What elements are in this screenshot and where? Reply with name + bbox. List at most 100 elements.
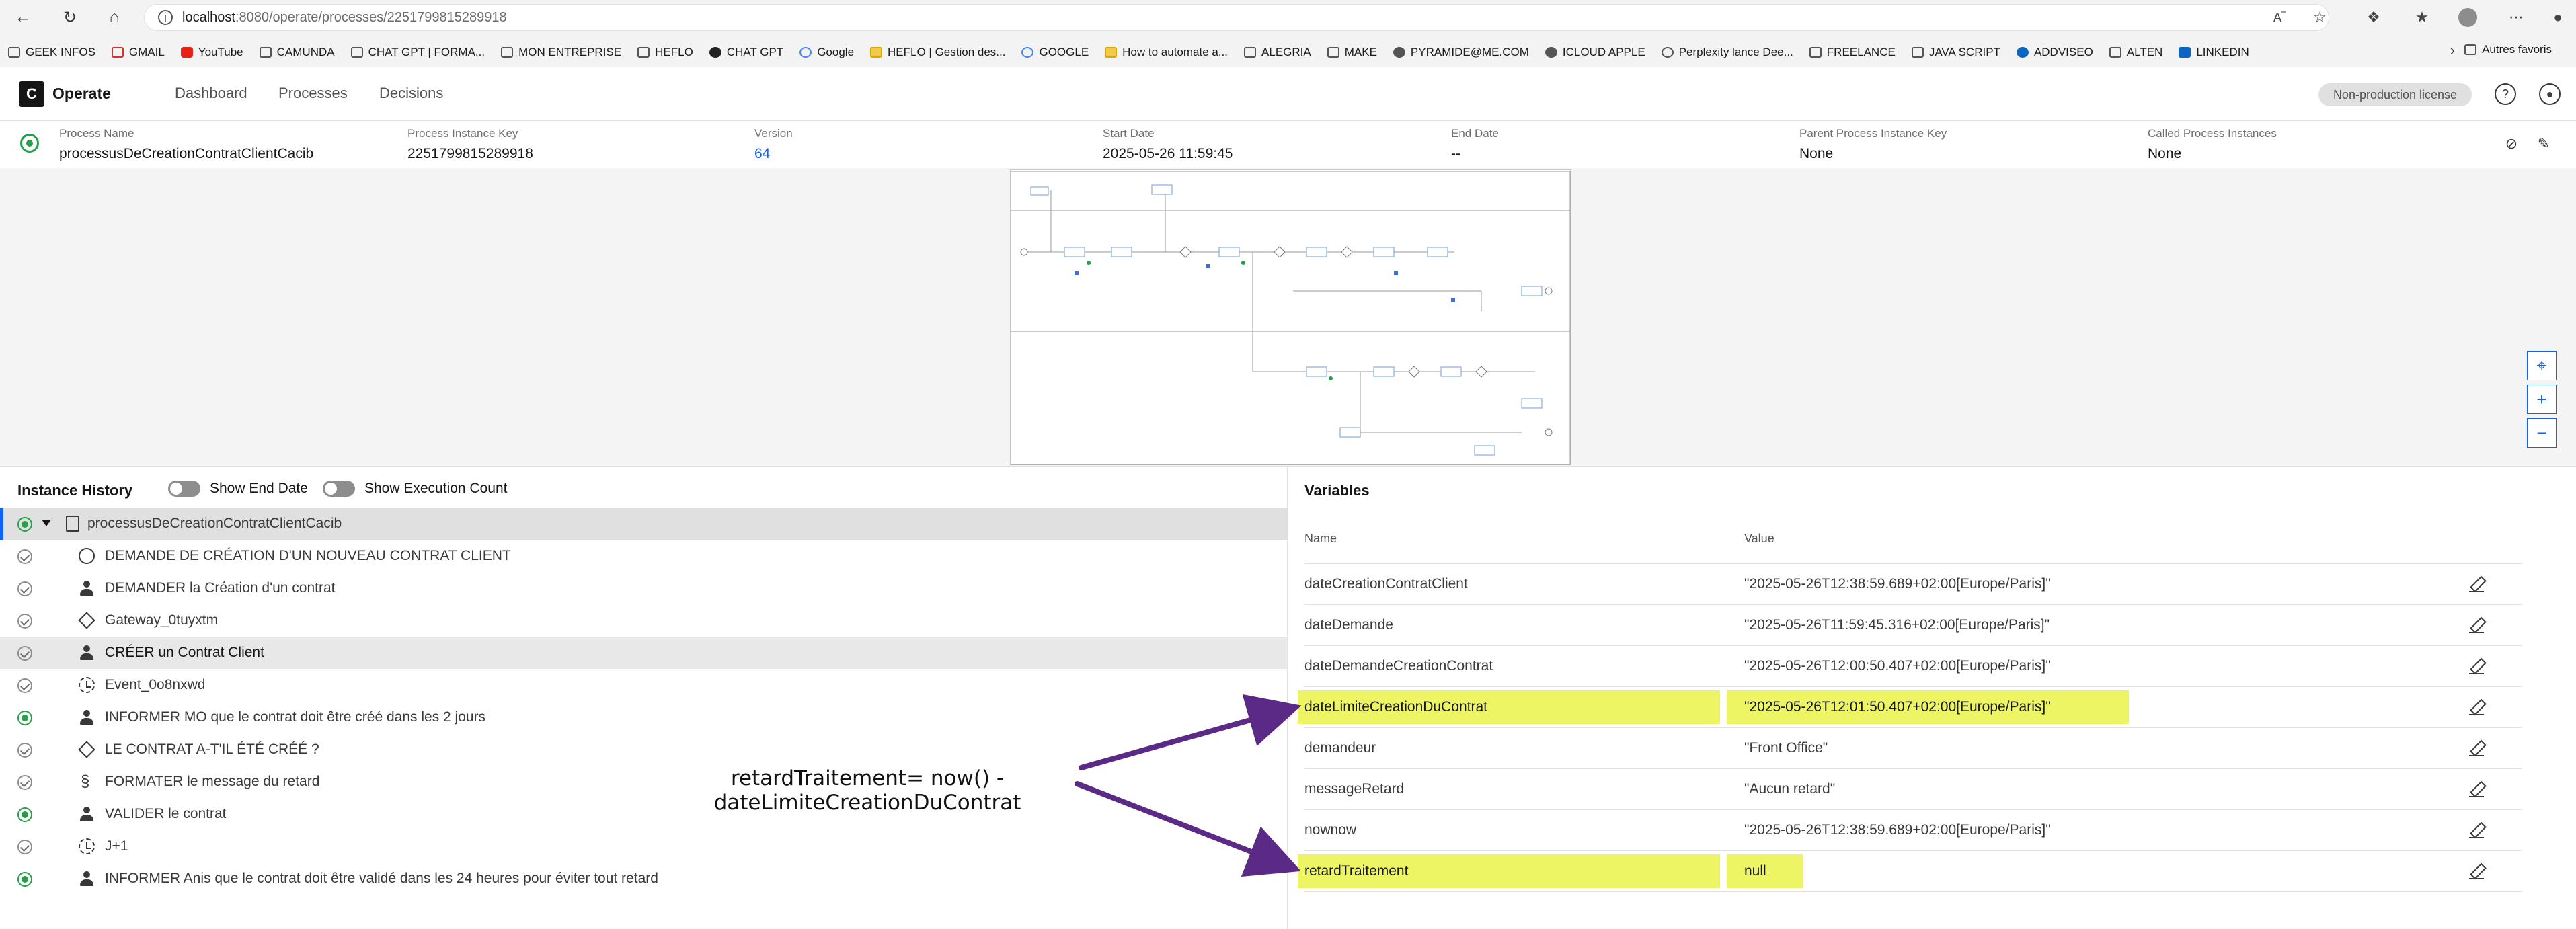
info-icon[interactable]: i (158, 10, 173, 25)
refresh-icon[interactable]: ↻ (59, 7, 81, 28)
bookmark-item[interactable]: MON ENTREPRISE (501, 46, 621, 59)
instance-history-title: Instance History (17, 482, 133, 499)
history-row[interactable]: Event_0o8nxwd (0, 669, 1288, 701)
bookmark-item[interactable]: JAVA SCRIPT (1911, 46, 2000, 59)
gateway-icon (78, 612, 95, 629)
zoom-in-button[interactable]: + (2527, 385, 2557, 414)
address-bar[interactable]: i localhost:8080/operate/processes/22517… (144, 4, 2329, 31)
start-event-icon (78, 547, 95, 565)
bookmark-item[interactable]: ICLOUD APPLE (1545, 46, 1645, 59)
bookmark-item[interactable]: CHAT GPT (709, 46, 783, 59)
address-row: ← ↻ ⌂ i localhost:8080/operate/processes… (0, 0, 2576, 35)
script-task-icon (78, 772, 95, 791)
google-icon (799, 47, 812, 58)
edit-pencil-icon[interactable] (2469, 699, 2485, 715)
more-menu-icon[interactable]: ⋯ (2504, 5, 2528, 30)
app-brand[interactable]: Operate (52, 85, 111, 103)
history-row[interactable]: FORMATER le message du retard (0, 766, 1288, 798)
history-row[interactable]: DEMANDER la Création d'un contrat (0, 572, 1288, 604)
bookmark-item[interactable]: HEFLO (637, 46, 693, 59)
nav-dashboard[interactable]: Dashboard (175, 85, 247, 102)
chevron-right-icon[interactable]: › (2450, 42, 2455, 59)
folder-icon (8, 47, 20, 58)
history-row[interactable]: J+1 (0, 830, 1288, 862)
bookmark-item[interactable]: ADDVISEO (2016, 46, 2093, 59)
variable-row-highlighted: dateLimiteCreationDuContrat "2025-05-26T… (1298, 687, 2522, 728)
read-aloud-icon[interactable]: A‾ (2267, 5, 2292, 30)
edit-pencil-icon[interactable] (2469, 576, 2485, 592)
back-arrow-icon[interactable]: ← (12, 7, 34, 28)
bookmark-item[interactable]: CHAT GPT | FORMA... (350, 46, 485, 59)
bookmark-item[interactable]: GMAIL (111, 46, 165, 59)
favorite-star-icon[interactable]: ☆ (2308, 5, 2332, 30)
extensions-icon[interactable]: ❖ (2362, 5, 2386, 30)
folder-icon (501, 47, 514, 58)
instance-summary: Process Name processusDeCreationContratC… (0, 122, 2576, 167)
bookmark-item[interactable]: How to automate a... (1105, 46, 1228, 59)
history-row[interactable]: INFORMER MO que le contrat doit être cré… (0, 701, 1288, 733)
bookmark-item[interactable]: Perplexity lance Dee... (1661, 46, 1793, 59)
show-end-date-toggle[interactable]: Show End Date (168, 481, 308, 497)
heflo-icon (870, 47, 883, 58)
edit-pencil-icon[interactable] (2469, 822, 2485, 838)
folder-icon (1244, 47, 1257, 58)
show-execution-count-toggle[interactable]: Show Execution Count (323, 481, 507, 497)
history-row[interactable]: DEMANDE DE CRÉATION D'UN NOUVEAU CONTRAT… (0, 540, 1288, 572)
bpmn-diagram[interactable] (1010, 169, 1571, 465)
toggle-switch[interactable] (168, 481, 200, 497)
variables-title: Variables (1304, 482, 1370, 499)
variables-panel: Variables Name Value dateCreationContrat… (1288, 467, 2576, 929)
bookmark-item[interactable]: MAKE (1327, 46, 1377, 59)
bookmark-item[interactable]: FREELANCE (1809, 46, 1896, 59)
history-row-selected[interactable]: CRÉER un Contrat Client (0, 637, 1288, 669)
home-icon[interactable]: ⌂ (104, 7, 125, 28)
history-row[interactable]: VALIDER le contrat (0, 798, 1288, 830)
nav-processes[interactable]: Processes (278, 85, 348, 102)
bookmark-item[interactable]: LINKEDIN (2179, 46, 2249, 59)
history-row[interactable]: LE CONTRAT A-T'IL ÉTÉ CRÉÉ ? (0, 733, 1288, 766)
folder-icon (350, 47, 363, 58)
folder-icon (1911, 47, 1924, 58)
edit-pencil-icon[interactable] (2469, 781, 2485, 797)
folder-icon (259, 47, 272, 58)
copilot-icon[interactable]: ● (2546, 5, 2570, 30)
folder-icon (2464, 44, 2477, 55)
bookmark-item[interactable]: Google (799, 46, 854, 59)
bookmark-item[interactable]: GOOGLE (1021, 46, 1089, 59)
edit-pencil-icon[interactable] (2469, 617, 2485, 633)
bookmark-item[interactable]: CAMUNDA (259, 46, 335, 59)
user-task-icon (78, 579, 95, 597)
bookmark-item[interactable]: ALEGRIA (1244, 46, 1311, 59)
toggle-switch[interactable] (323, 481, 355, 497)
user-account-icon[interactable]: ● (2539, 83, 2561, 105)
profile-avatar-icon[interactable] (2456, 5, 2480, 30)
edit-pencil-icon[interactable] (2469, 740, 2485, 756)
history-row[interactable]: INFORMER Anis que le contrat doit être v… (0, 862, 1288, 895)
bookmark-item[interactable]: PYRAMIDE@ME.COM (1393, 46, 1529, 59)
caret-down-icon[interactable] (42, 520, 51, 526)
edit-pencil-icon[interactable] (2469, 863, 2485, 879)
help-icon[interactable]: ? (2495, 83, 2516, 105)
zoom-out-button[interactable]: − (2527, 418, 2557, 448)
history-row[interactable]: Gateway_0tuyxtm (0, 604, 1288, 637)
bookmark-item[interactable]: YouTube (180, 46, 243, 59)
nav-decisions[interactable]: Decisions (379, 85, 443, 102)
edit-pencil-icon[interactable] (2469, 658, 2485, 674)
favorites-list-icon[interactable]: ★ (2410, 5, 2434, 30)
bookmark-item[interactable]: HEFLO | Gestion des... (870, 46, 1005, 59)
completed-status-icon (17, 743, 32, 758)
bookmark-item[interactable]: GEEK INFOS (8, 46, 95, 59)
cancel-instance-icon[interactable]: ⊘ (2501, 134, 2522, 154)
reset-zoom-icon[interactable]: ⌖ (2527, 351, 2557, 380)
other-favorites[interactable]: Autres favoris (2464, 43, 2552, 56)
variable-row: dateCreationContratClient "2025-05-26T12… (1304, 564, 2522, 605)
bookmark-item[interactable]: ALTEN (2109, 46, 2162, 59)
history-root-row[interactable]: processusDeCreationContratClientCacib (0, 508, 1288, 540)
addviseo-icon (2016, 47, 2029, 58)
version-link[interactable]: 64 (754, 146, 793, 162)
modify-instance-icon[interactable]: ✎ (2534, 134, 2554, 154)
summary-parent-key: Parent Process Instance Key None (1799, 127, 1947, 161)
apple-icon (1545, 47, 1557, 58)
camunda-logo[interactable]: C (19, 81, 44, 107)
bpmn-diagram-drawing (1010, 171, 1571, 465)
